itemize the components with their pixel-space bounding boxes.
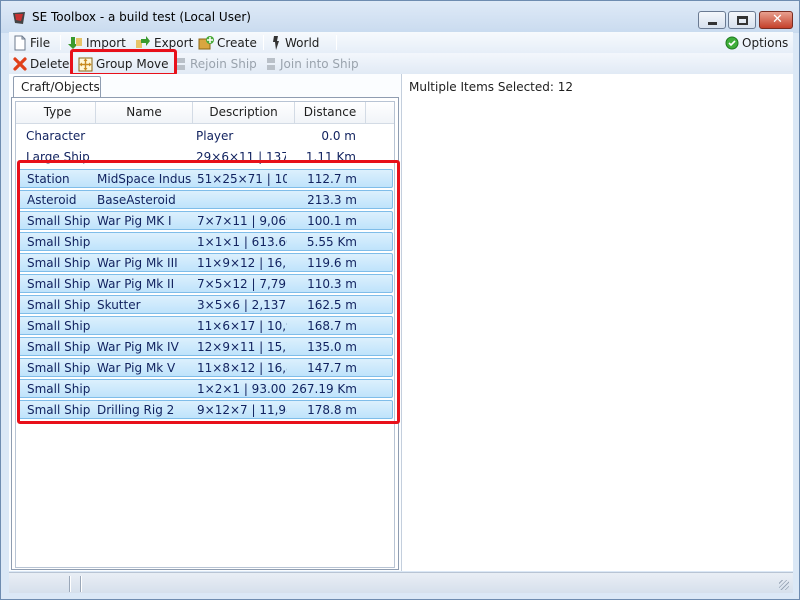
table-row[interactable]: Character Player 0.0 m xyxy=(18,127,393,146)
column-header-name[interactable]: Name xyxy=(96,102,193,124)
objects-panel: Craft/Objects Type Name Description Dist… xyxy=(9,74,401,571)
minimize-button[interactable] xyxy=(698,11,726,29)
status-separator xyxy=(69,576,71,592)
column-header-distance[interactable]: Distance xyxy=(295,102,366,124)
title-bar[interactable]: SE Toolbox - a build test (Local User) ✕ xyxy=(1,1,799,33)
menu-separator xyxy=(60,35,61,50)
join-into-ship-label: Join into Ship xyxy=(280,57,359,71)
delete-icon xyxy=(13,57,27,71)
selection-count-text: Multiple Items Selected: 12 xyxy=(409,80,574,94)
options-icon xyxy=(725,36,739,50)
selection-highlight-frame xyxy=(17,160,400,424)
menu-world-label: World xyxy=(285,36,320,50)
delete-label: Delete xyxy=(30,57,70,71)
toolbar: Delete Group Move Rejoin Ship Join into … xyxy=(9,49,793,76)
details-panel: Multiple Items Selected: 12 xyxy=(401,74,793,571)
rejoin-ship-label: Rejoin Ship xyxy=(190,57,257,71)
resize-grip[interactable] xyxy=(779,580,789,590)
join-into-ship-button[interactable]: Join into Ship xyxy=(265,55,359,73)
cell-distance: 0.0 m xyxy=(321,129,356,143)
close-icon: ✕ xyxy=(772,12,783,27)
cell-description: Player xyxy=(196,129,234,143)
tab-craft-objects[interactable]: Craft/Objects xyxy=(13,76,101,98)
world-icon xyxy=(273,36,279,50)
menu-file[interactable]: File xyxy=(13,34,50,52)
app-icon xyxy=(13,12,25,24)
menu-export-label: Export xyxy=(154,36,194,50)
menu-create[interactable]: Create xyxy=(198,34,257,52)
tab-craft-objects-label: Craft/Objects xyxy=(21,80,100,94)
menu-world[interactable]: World xyxy=(270,34,319,52)
status-separator xyxy=(80,576,82,592)
rejoin-ship-button[interactable]: Rejoin Ship xyxy=(175,55,257,73)
group-move-highlight xyxy=(70,49,177,76)
menu-options-label: Options xyxy=(742,36,789,50)
delete-button[interactable]: Delete xyxy=(13,55,69,73)
maximize-icon xyxy=(737,16,748,25)
menu-separator xyxy=(336,35,337,50)
menu-options[interactable]: Options xyxy=(725,34,788,52)
menu-file-label: File xyxy=(30,36,51,50)
objects-grid[interactable]: Type Name Description Distance Character… xyxy=(15,101,400,568)
status-bar xyxy=(9,572,793,593)
main-window: SE Toolbox - a build test (Local User) ✕… xyxy=(0,0,800,600)
menu-create-label: Create xyxy=(217,36,257,50)
column-header-description[interactable]: Description xyxy=(193,102,295,124)
document-icon xyxy=(14,35,26,51)
menu-import-label: Import xyxy=(86,36,126,50)
column-header-filler xyxy=(366,102,394,124)
menu-separator xyxy=(263,35,264,50)
cell-type: Character xyxy=(26,129,86,143)
maximize-button[interactable] xyxy=(728,11,756,29)
tab-content: Type Name Description Distance Character… xyxy=(11,97,400,570)
window-title: SE Toolbox - a build test (Local User) xyxy=(32,10,251,24)
tab-strip: Craft/Objects xyxy=(9,74,401,98)
create-icon xyxy=(198,36,214,50)
column-header-type[interactable]: Type xyxy=(20,102,96,124)
close-button[interactable]: ✕ xyxy=(759,11,793,29)
join-into-ship-icon xyxy=(267,58,275,70)
grid-header: Type Name Description Distance xyxy=(16,102,394,124)
minimize-icon xyxy=(708,22,717,25)
